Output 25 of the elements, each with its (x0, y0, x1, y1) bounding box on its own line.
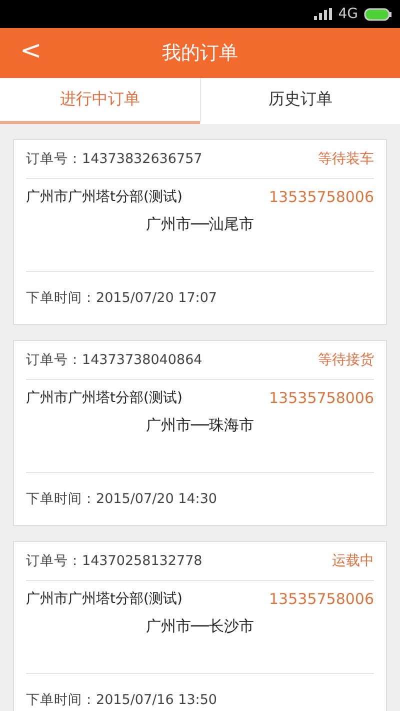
order-status: 运载中 (332, 552, 374, 570)
order-number: 订单号：14370258132778 (26, 552, 202, 570)
order-time: 下单时间：2015/07/20 17:07 (26, 289, 218, 307)
order-card[interactable]: 订单号：14370258132778 运载中 广州市广州塔t分部(测试) 13535758006 广州市──长沙市 下单时间：2015/07/16 13:50 (13, 541, 387, 711)
route-text: 广州市──珠海市 (146, 416, 254, 435)
route-text: 广州市──长沙市 (146, 617, 254, 636)
order-card[interactable]: 订单号：14373738040864 等待接货 广州市广州塔t分部(测试) 13535758006 广州市──珠海市 下单时间：2015/07/20 14:30 (13, 340, 387, 526)
order-card[interactable]: 订单号：14373832636757 等待装车 广州市广州塔t分部(测试) 13535758006 广州市──汕尾市 下单时间：2015/07/20 17:07 (13, 139, 387, 325)
route-text: 广州市──汕尾市 (146, 215, 254, 234)
signal-icon (314, 8, 332, 20)
sender-name: 广州市广州塔t分部(测试) (26, 590, 182, 608)
order-status: 等待装车 (318, 150, 374, 168)
page-title: 我的订单 (162, 41, 238, 66)
order-time: 下单时间：2015/07/20 14:30 (26, 490, 218, 508)
order-status: 等待接货 (318, 351, 374, 369)
sender-name: 广州市广州塔t分部(测试) (26, 389, 182, 407)
phone-number: 13535758006 (269, 389, 374, 407)
order-number: 订单号：14373738040864 (26, 351, 202, 369)
sender-name: 广州市广州塔t分部(测试) (26, 188, 182, 206)
order-time: 下单时间：2015/07/16 13:50 (26, 691, 218, 709)
phone-number: 13535758006 (269, 188, 374, 206)
battery-icon (364, 8, 392, 20)
order-number: 订单号：14373832636757 (26, 150, 202, 168)
phone-number: 13535758006 (269, 590, 374, 608)
network-type: 4G (338, 6, 358, 22)
